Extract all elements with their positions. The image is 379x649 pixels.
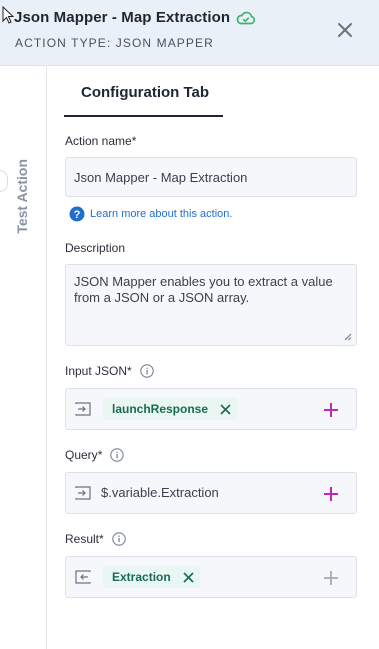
result-label: Result * bbox=[65, 532, 126, 546]
title-row: Json Mapper - Map Extraction bbox=[14, 9, 256, 26]
query-value: $.variable.Extraction bbox=[101, 485, 219, 500]
input-json-chip-label: launchResponse bbox=[112, 402, 209, 416]
panel-header: Json Mapper - Map Extraction ACTION TYPE… bbox=[0, 0, 379, 66]
action-name-label: Action name * bbox=[65, 134, 137, 148]
learn-more-link[interactable]: Learn more bbox=[90, 208, 146, 220]
svg-text:?: ? bbox=[74, 209, 81, 221]
variable-output-icon bbox=[75, 570, 91, 584]
close-icon[interactable] bbox=[336, 21, 354, 39]
query-field[interactable]: $.variable.Extraction bbox=[65, 472, 357, 514]
variable-input-icon bbox=[75, 402, 91, 416]
result-chip-label: Extraction bbox=[112, 570, 171, 584]
input-json-chip[interactable]: launchResponse bbox=[103, 398, 238, 420]
collapse-handle[interactable] bbox=[0, 170, 8, 192]
input-json-field[interactable]: launchResponse bbox=[65, 388, 357, 430]
add-result-plus-icon bbox=[324, 571, 338, 585]
help-row: ? Learn more about this action. bbox=[69, 206, 232, 222]
info-icon[interactable] bbox=[111, 532, 126, 546]
remove-chip-icon[interactable] bbox=[220, 403, 231, 415]
tab-configuration[interactable]: Configuration Tab bbox=[64, 73, 223, 117]
description-textarea[interactable]: JSON Mapper enables you to extract a val… bbox=[65, 264, 357, 346]
action-type-subtitle: ACTION TYPE: JSON MAPPER bbox=[15, 36, 214, 50]
variable-input-icon bbox=[75, 486, 91, 500]
tab-configuration-label: Configuration Tab bbox=[81, 84, 210, 101]
info-icon[interactable] bbox=[110, 448, 125, 462]
cloud-check-icon bbox=[236, 11, 256, 25]
test-action-label: Test Action bbox=[14, 159, 30, 234]
query-label: Query * bbox=[65, 448, 125, 462]
remove-chip-icon[interactable] bbox=[183, 571, 194, 583]
description-label: Description bbox=[65, 241, 126, 255]
resize-handle-icon[interactable] bbox=[343, 332, 352, 341]
test-action-side-tab[interactable]: Test Action bbox=[0, 67, 47, 649]
action-name-field[interactable]: Json Mapper - Map Extraction bbox=[65, 157, 357, 197]
add-input-plus-icon[interactable] bbox=[323, 402, 339, 418]
action-name-value: Json Mapper - Map Extraction bbox=[74, 170, 248, 185]
learn-more-rest-link[interactable]: about this action. bbox=[149, 208, 232, 220]
question-circle-icon: ? bbox=[69, 206, 85, 222]
result-field[interactable]: Extraction bbox=[65, 556, 357, 598]
info-icon[interactable] bbox=[139, 364, 154, 378]
page-title: Json Mapper - Map Extraction bbox=[14, 9, 231, 26]
result-chip[interactable]: Extraction bbox=[103, 566, 200, 588]
add-query-plus-icon[interactable] bbox=[323, 486, 339, 502]
mouse-cursor-icon bbox=[2, 6, 14, 24]
description-value: JSON Mapper enables you to extract a val… bbox=[74, 274, 333, 305]
input-json-label: Input JSON * bbox=[65, 364, 154, 378]
